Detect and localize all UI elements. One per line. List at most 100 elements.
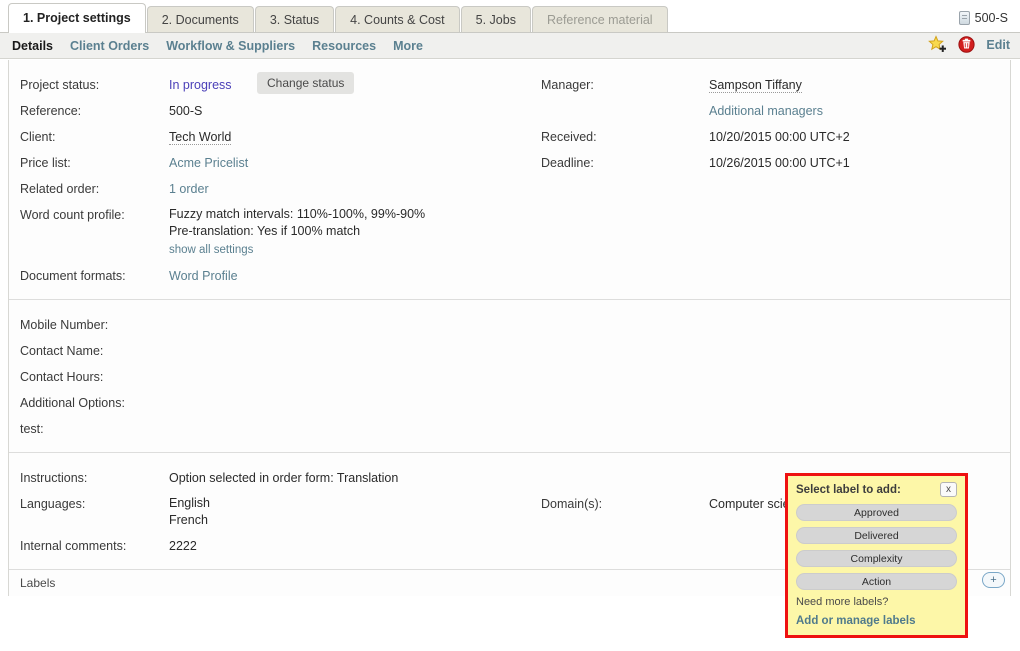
custom-fields-section: Mobile Number: Contact Name: Contact Hou… bbox=[9, 300, 1010, 453]
manager-value[interactable]: Sampson Tiffany bbox=[709, 78, 802, 93]
project-status-value-wrap: In progress Change status bbox=[169, 72, 354, 98]
internal-comments-value: 2222 bbox=[169, 533, 197, 559]
tab-jobs[interactable]: 5. Jobs bbox=[461, 6, 531, 32]
project-code-text: 500-S bbox=[975, 11, 1008, 25]
tab-label: 1. Project settings bbox=[23, 11, 131, 25]
sub-nav-actions: Edit bbox=[928, 35, 1010, 54]
domains-label: Domain(s): bbox=[529, 491, 709, 533]
languages-label: Languages: bbox=[9, 491, 169, 533]
row-test: test: bbox=[9, 416, 1010, 442]
tab-label: 5. Jobs bbox=[476, 13, 516, 27]
row-client: Client: Tech World Received: 10/20/2015 … bbox=[9, 124, 1010, 150]
tab-label: 4. Counts & Cost bbox=[350, 13, 445, 27]
price-list-label: Price list: bbox=[9, 150, 169, 176]
project-status-label: Project status: bbox=[9, 72, 169, 98]
language-source: English bbox=[169, 495, 210, 512]
edit-button[interactable]: Edit bbox=[986, 38, 1010, 52]
add-or-manage-labels-link[interactable]: Add or manage labels bbox=[796, 615, 957, 627]
document-formats-link[interactable]: Word Profile bbox=[169, 269, 238, 283]
pre-translation-text: Pre-translation: Yes if 100% match bbox=[169, 223, 425, 240]
sub-navigation-bar: Details Client Orders Workflow & Supplie… bbox=[0, 33, 1020, 59]
row-contact-name: Contact Name: bbox=[9, 338, 1010, 364]
received-value: 10/20/2015 00:00 UTC+2 bbox=[709, 124, 850, 150]
tab-counts-cost[interactable]: 4. Counts & Cost bbox=[335, 6, 460, 32]
deadline-label: Deadline: bbox=[529, 150, 709, 176]
language-target: French bbox=[169, 512, 210, 529]
additional-options-label: Additional Options: bbox=[9, 390, 169, 416]
document-icon bbox=[959, 11, 970, 25]
price-list-link[interactable]: Acme Pricelist bbox=[169, 156, 248, 170]
test-label: test: bbox=[9, 416, 169, 442]
row-price-list: Price list: Acme Pricelist Deadline: 10/… bbox=[9, 150, 1010, 176]
additional-managers-link[interactable]: Additional managers bbox=[709, 104, 823, 118]
reference-label: Reference: bbox=[9, 98, 169, 124]
tab-project-settings[interactable]: 1. Project settings bbox=[8, 3, 146, 33]
contact-name-label: Contact Name: bbox=[9, 338, 169, 364]
label-option-delivered[interactable]: Delivered bbox=[796, 527, 957, 544]
domains-value: Computer scien bbox=[709, 491, 797, 533]
subnav-item-client-orders[interactable]: Client Orders bbox=[70, 39, 149, 53]
manager-value-wrap: Sampson Tiffany bbox=[709, 72, 802, 98]
instructions-label: Instructions: bbox=[9, 465, 169, 491]
star-add-icon[interactable] bbox=[928, 35, 947, 54]
word-count-profile-label: Word count profile: bbox=[9, 202, 169, 263]
details-section: Project status: In progress Change statu… bbox=[9, 60, 1010, 300]
label-option-complexity[interactable]: Complexity bbox=[796, 550, 957, 567]
subnav-item-more[interactable]: More bbox=[393, 39, 423, 53]
row-contact-hours: Contact Hours: bbox=[9, 364, 1010, 390]
client-value-wrap: Tech World bbox=[169, 124, 231, 150]
row-document-formats: Document formats: Word Profile bbox=[9, 263, 1010, 289]
popup-note: Need more labels? bbox=[796, 596, 957, 608]
tab-label: 2. Documents bbox=[162, 13, 239, 27]
related-order-link[interactable]: 1 order bbox=[169, 182, 209, 196]
languages-value: English French bbox=[169, 491, 210, 533]
popup-title: Select label to add: bbox=[796, 484, 901, 496]
price-list-value-wrap: Acme Pricelist bbox=[169, 150, 248, 176]
close-icon[interactable]: x bbox=[940, 482, 957, 497]
tab-status[interactable]: 3. Status bbox=[255, 6, 334, 32]
row-related-order: Related order: 1 order bbox=[9, 176, 1010, 202]
project-status-link[interactable]: In progress bbox=[169, 78, 232, 92]
main-tab-strip: 1. Project settings 2. Documents 3. Stat… bbox=[0, 0, 1020, 33]
tab-label: 3. Status bbox=[270, 13, 319, 27]
contact-hours-label: Contact Hours: bbox=[9, 364, 169, 390]
row-reference: Reference: 500-S Additional managers bbox=[9, 98, 1010, 124]
instructions-value: Option selected in order form: Translati… bbox=[169, 465, 398, 491]
mobile-number-label: Mobile Number: bbox=[9, 312, 169, 338]
tab-list: 1. Project settings 2. Documents 3. Stat… bbox=[8, 0, 669, 32]
reference-value: 500-S bbox=[169, 98, 202, 124]
related-order-value-wrap: 1 order bbox=[169, 176, 209, 202]
change-status-button[interactable]: Change status bbox=[257, 72, 354, 94]
add-label-button[interactable]: + bbox=[982, 572, 1005, 588]
row-mobile-number: Mobile Number: bbox=[9, 312, 1010, 338]
label-option-action[interactable]: Action bbox=[796, 573, 957, 590]
row-word-count-profile: Word count profile: Fuzzy match interval… bbox=[9, 202, 1010, 263]
project-code-indicator: 500-S bbox=[959, 11, 1008, 25]
labels-title: Labels bbox=[9, 576, 55, 590]
fuzzy-match-intervals-text: Fuzzy match intervals: 110%-100%, 99%-90… bbox=[169, 206, 425, 223]
document-formats-value-wrap: Word Profile bbox=[169, 263, 238, 289]
related-order-label: Related order: bbox=[9, 176, 169, 202]
row-project-status: Project status: In progress Change statu… bbox=[9, 72, 1010, 98]
subnav-item-workflow-suppliers[interactable]: Workflow & Suppliers bbox=[166, 39, 295, 53]
tab-documents[interactable]: 2. Documents bbox=[147, 6, 254, 32]
subnav-item-resources[interactable]: Resources bbox=[312, 39, 376, 53]
popup-header: Select label to add: x bbox=[796, 482, 957, 497]
client-value[interactable]: Tech World bbox=[169, 130, 231, 145]
manager-label: Manager: bbox=[529, 72, 709, 98]
tab-reference-material[interactable]: Reference material bbox=[532, 6, 668, 32]
show-all-settings-link[interactable]: show all settings bbox=[169, 241, 253, 259]
internal-comments-label: Internal comments: bbox=[9, 533, 169, 559]
additional-managers-wrap: Additional managers bbox=[709, 98, 823, 124]
label-option-approved[interactable]: Approved bbox=[796, 504, 957, 521]
delete-icon[interactable] bbox=[958, 36, 975, 53]
received-label: Received: bbox=[529, 124, 709, 150]
row-additional-options: Additional Options: bbox=[9, 390, 1010, 416]
client-label: Client: bbox=[9, 124, 169, 150]
deadline-value: 10/26/2015 00:00 UTC+1 bbox=[709, 150, 850, 176]
word-count-profile-value: Fuzzy match intervals: 110%-100%, 99%-90… bbox=[169, 202, 425, 263]
select-label-popup: Select label to add: x Approved Delivere… bbox=[785, 473, 968, 638]
tab-label: Reference material bbox=[547, 13, 653, 27]
subnav-item-details[interactable]: Details bbox=[12, 39, 53, 53]
additional-managers-spacer bbox=[529, 98, 709, 124]
